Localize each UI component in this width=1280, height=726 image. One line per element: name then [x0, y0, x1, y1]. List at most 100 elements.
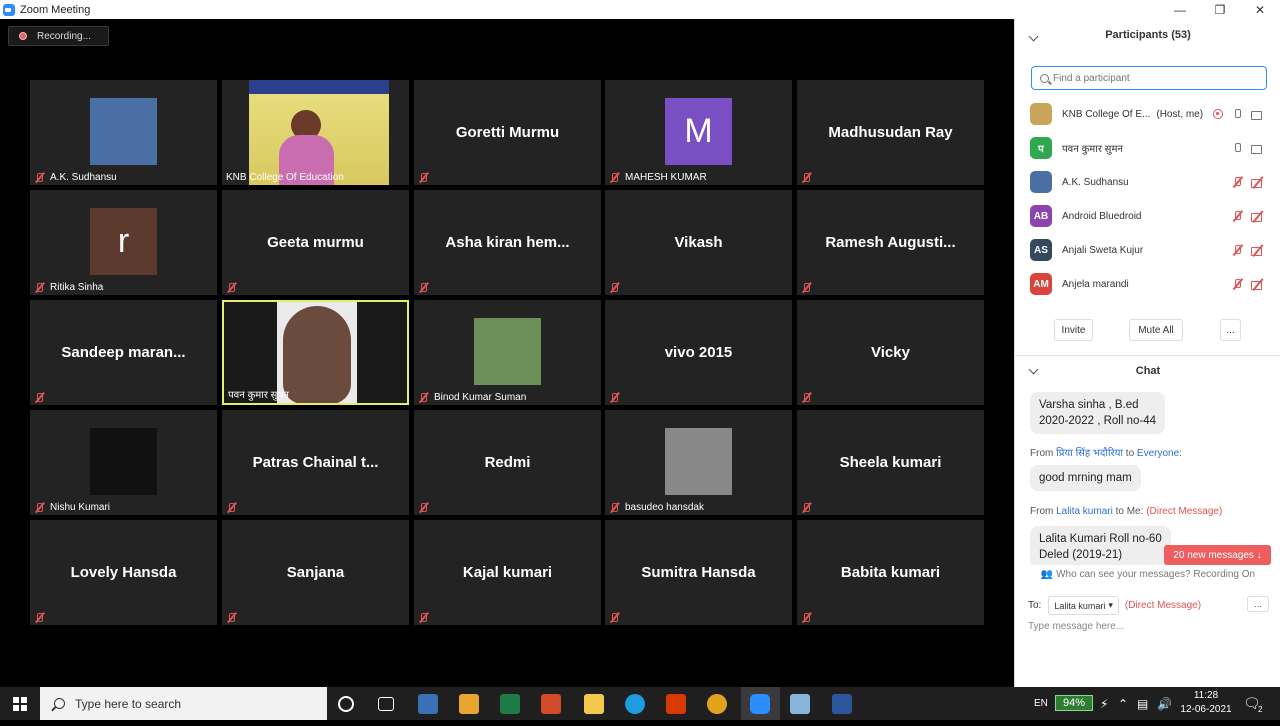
video-tile[interactable]: Sanjana	[222, 520, 409, 625]
minimize-button[interactable]: —	[1160, 0, 1200, 19]
participant-name-tag: basudeo hansdak	[609, 502, 704, 513]
participant-row[interactable]: AB Android Bluedroid	[1015, 199, 1273, 233]
chat-sender-line: From प्रिया सिंह भदौरिया to Everyone:	[1030, 448, 1182, 459]
participant-row[interactable]: प पवन कुमार सुमन	[1015, 131, 1273, 165]
participant-row[interactable]: AS Anjali Sweta Kujur	[1015, 233, 1273, 267]
new-messages-button[interactable]: 20 new messages ↓	[1164, 545, 1271, 565]
video-tile[interactable]: Sandeep maran...	[30, 300, 217, 405]
divider	[1015, 355, 1280, 356]
windows-start-icon[interactable]	[13, 697, 27, 711]
people-icon: 👥	[1040, 569, 1054, 580]
video-tile[interactable]: पवन कुमार सुमन	[222, 300, 409, 405]
video-tile[interactable]: Kajal kumari	[414, 520, 601, 625]
app-icon[interactable]	[790, 694, 810, 714]
volume-icon[interactable]: 🔊	[1157, 687, 1172, 720]
recording-indicator[interactable]: Recording...	[8, 26, 109, 46]
video-tile[interactable]: basudeo hansdak	[605, 410, 792, 515]
chat-messages: Varsha sinha , B.ed 2020-2022 , Roll no-…	[1015, 387, 1273, 565]
video-tile[interactable]: Binod Kumar Suman	[414, 300, 601, 405]
language-indicator[interactable]: EN	[1034, 687, 1048, 720]
video-tile[interactable]: Lovely Hansda	[30, 520, 217, 625]
cortana-icon[interactable]	[338, 696, 354, 712]
mic-icon[interactable]	[1231, 108, 1243, 120]
edge-icon[interactable]	[625, 694, 645, 714]
video-tile[interactable]: Goretti Murmu	[414, 80, 601, 185]
search-icon	[1040, 73, 1049, 83]
chat-more-button[interactable]: ...	[1247, 596, 1269, 612]
network-icon[interactable]: ▤	[1137, 687, 1148, 720]
participant-name-tag	[226, 612, 242, 623]
participant-name-tag	[801, 502, 817, 513]
video-tile[interactable]: Madhusudan Ray	[797, 80, 984, 185]
recipient-row: To: Lalita kumari ▾ (Direct Message)	[1028, 596, 1201, 615]
video-tile[interactable]: M MAHESH KUMAR	[605, 80, 792, 185]
video-tile[interactable]: Sumitra Hansda	[605, 520, 792, 625]
battery-indicator[interactable]: 94%	[1055, 695, 1093, 711]
camera-icon[interactable]	[1251, 142, 1265, 154]
office-icon[interactable]	[666, 694, 686, 714]
video-tile[interactable]: Redmi	[414, 410, 601, 515]
video-tile[interactable]: Vikash	[605, 190, 792, 295]
mute-all-button[interactable]: Mute All	[1129, 319, 1183, 341]
participant-row[interactable]: KNB College Of E... (Host, me)	[1015, 97, 1273, 131]
recipient-select[interactable]: Lalita kumari ▾	[1048, 596, 1119, 615]
participants-header: Participants (53)	[1105, 29, 1191, 41]
participant-name-tag	[418, 502, 434, 513]
word-icon[interactable]	[832, 694, 852, 714]
chrome-icon[interactable]	[707, 694, 727, 714]
chat-input[interactable]: Type message here...	[1028, 621, 1124, 632]
participant-name-tag	[418, 172, 434, 183]
recipient-name[interactable]: Everyone	[1137, 448, 1179, 459]
video-tile[interactable]: r Ritika Sinha	[30, 190, 217, 295]
camera-off-icon[interactable]	[1251, 176, 1265, 188]
clock[interactable]: 11:28 12-06-2021	[1180, 689, 1232, 717]
invite-button[interactable]: Invite	[1054, 319, 1093, 341]
video-tile[interactable]: vivo 2015	[605, 300, 792, 405]
store-icon[interactable]	[459, 694, 479, 714]
video-tile[interactable]: Patras Chainal t...	[222, 410, 409, 515]
mic-muted-icon	[34, 392, 45, 403]
sender-name[interactable]: प्रिया सिंह भदौरिया	[1056, 448, 1123, 459]
mic-muted-icon[interactable]	[1231, 176, 1243, 188]
excel-icon[interactable]	[500, 694, 520, 714]
mic-muted-icon[interactable]	[1231, 244, 1243, 256]
chevron-up-icon[interactable]: ⌃	[1118, 687, 1128, 720]
app-icon[interactable]	[541, 694, 561, 714]
record-dot-icon	[19, 32, 27, 40]
video-tile[interactable]: Vicky	[797, 300, 984, 405]
participant-display-name: Babita kumari	[840, 564, 941, 581]
zoom-icon[interactable]	[750, 694, 770, 714]
video-tile[interactable]: Asha kiran hem...	[414, 190, 601, 295]
participant-search[interactable]	[1031, 66, 1267, 90]
recording-label: Recording...	[37, 30, 91, 42]
participant-search-input[interactable]	[1053, 72, 1253, 84]
mic-icon[interactable]	[1231, 142, 1243, 154]
camera-icon[interactable]	[1251, 108, 1265, 120]
camera-off-icon[interactable]	[1251, 244, 1265, 256]
close-button[interactable]: ✕	[1240, 0, 1280, 19]
video-tile[interactable]: Babita kumari	[797, 520, 984, 625]
mic-muted-icon	[609, 282, 620, 293]
app-icon[interactable]	[418, 694, 438, 714]
video-tile[interactable]: Geeta murmu	[222, 190, 409, 295]
video-tile[interactable]: A.K. Sudhansu	[30, 80, 217, 185]
maximize-button[interactable]: ❐	[1200, 0, 1240, 19]
more-options-button[interactable]: ...	[1220, 319, 1241, 341]
video-tile[interactable]: Ramesh Augusti...	[797, 190, 984, 295]
video-tile[interactable]: Sheela kumari	[797, 410, 984, 515]
file-explorer-icon[interactable]	[584, 694, 604, 714]
taskbar-search[interactable]: Type here to search	[40, 687, 327, 720]
participant-row[interactable]: AM Anjela marandi	[1015, 267, 1273, 301]
camera-off-icon[interactable]	[1251, 210, 1265, 222]
mic-muted-icon[interactable]	[1231, 278, 1243, 290]
mic-muted-icon[interactable]	[1231, 210, 1243, 222]
video-tile[interactable]: Nishu Kumari	[30, 410, 217, 515]
task-view-icon[interactable]	[378, 697, 394, 711]
video-tile[interactable]: KNB College Of Education	[222, 80, 409, 185]
camera-off-icon[interactable]	[1251, 278, 1265, 290]
participant-row[interactable]: A.K. Sudhansu	[1015, 165, 1273, 199]
who-can-see-link[interactable]: 👥 Who can see your messages? Recording O…	[1015, 569, 1280, 580]
chat-header: Chat	[1135, 365, 1161, 377]
participant-display-name: Patras Chainal t...	[252, 454, 379, 471]
sender-name[interactable]: Lalita kumari	[1056, 506, 1113, 517]
